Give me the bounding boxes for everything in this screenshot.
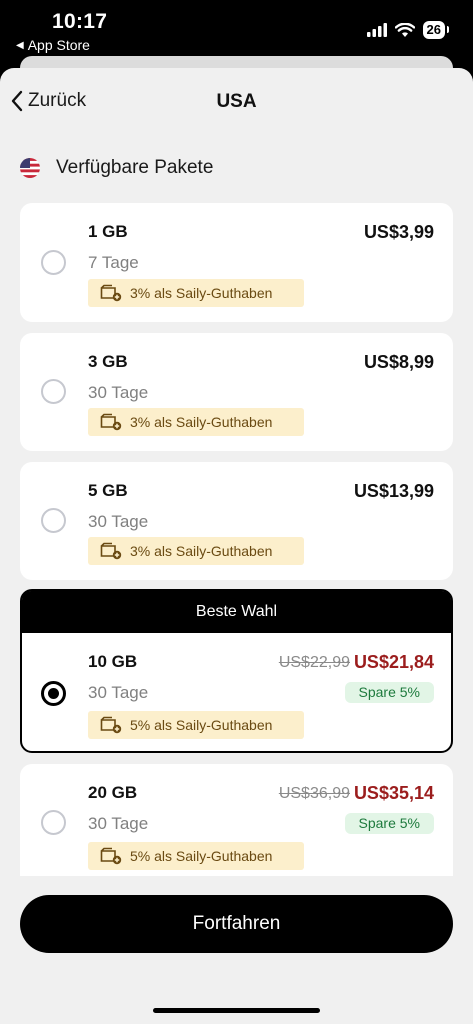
credit-text: 5% als Saily-Guthaben	[130, 717, 273, 733]
plan-duration: 7 Tage	[88, 253, 139, 272]
plan-duration: 30 Tage	[88, 383, 149, 402]
credit-text: 5% als Saily-Guthaben	[130, 848, 273, 864]
wallet-plus-icon	[100, 847, 122, 865]
sale-price: US$35,14	[353, 783, 434, 803]
navigation-bar: Zurück USA	[0, 68, 473, 140]
discount-badge: Spare 5%	[344, 682, 434, 703]
plan-radio[interactable]	[41, 810, 66, 835]
signal-icon	[366, 23, 387, 37]
page-title: USA	[216, 91, 257, 112]
status-icons: 26	[366, 21, 450, 39]
plan-radio-selected[interactable]	[41, 681, 66, 706]
plan-list[interactable]: 1 GB 7 Tage US$3,99 3% als Saily-Guthabe…	[20, 203, 453, 876]
package-sheet: Zurück USA Verfügbare Pakete 1 GB 7 Tage…	[0, 68, 473, 1024]
plan-radio[interactable]	[41, 508, 66, 533]
section-header: Verfügbare Pakete	[20, 157, 213, 179]
credit-badge: 3% als Saily-Guthaben	[88, 537, 304, 565]
plan-size: 3 GB	[88, 352, 128, 371]
plan-radio[interactable]	[41, 379, 66, 404]
credit-badge: 3% als Saily-Guthaben	[88, 408, 304, 436]
credit-badge: 3% als Saily-Guthaben	[88, 279, 304, 307]
wifi-icon	[394, 22, 415, 37]
plan-size: 20 GB	[88, 783, 138, 802]
discount-badge: Spare 5%	[344, 813, 434, 834]
sale-price: US$21,84	[353, 652, 434, 672]
credit-text: 3% als Saily-Guthaben	[130, 543, 273, 559]
us-flag-icon	[20, 158, 40, 178]
plan-card-1gb[interactable]: 1 GB 7 Tage US$3,99 3% als Saily-Guthabe…	[20, 203, 453, 322]
back-app-label: App Store	[27, 37, 90, 53]
status-time: 10:17	[52, 10, 108, 33]
credit-text: 3% als Saily-Guthaben	[130, 285, 273, 301]
plan-card-20gb[interactable]: 20 GB 30 Tage US$36,99 US$35,14 Spare 5%…	[20, 764, 453, 876]
credit-badge: 5% als Saily-Guthaben	[88, 711, 304, 739]
plan-radio[interactable]	[41, 250, 66, 275]
battery-icon: 26	[422, 21, 450, 39]
credit-badge: 5% als Saily-Guthaben	[88, 842, 304, 870]
wallet-plus-icon	[100, 284, 122, 302]
wallet-plus-icon	[100, 413, 122, 431]
credit-text: 3% als Saily-Guthaben	[130, 414, 273, 430]
section-title: Verfügbare Pakete	[56, 157, 214, 178]
plan-size: 10 GB	[88, 652, 138, 671]
plan-price: US$8,99	[363, 352, 434, 372]
original-price: US$22,99	[278, 654, 350, 671]
original-price: US$36,99	[278, 785, 350, 802]
plan-card-10gb[interactable]: Beste Wahl 10 GB 30 Tage US$22,99 US$21,…	[20, 589, 453, 753]
back-triangle-icon: ◀	[16, 39, 24, 51]
wallet-plus-icon	[100, 716, 122, 734]
plan-duration: 30 Tage	[88, 512, 149, 531]
plan-card-5gb[interactable]: 5 GB 30 Tage US$13,99 3% als Saily-Gutha…	[20, 462, 453, 580]
plan-duration: 30 Tage	[88, 814, 149, 833]
status-bar: 10:17 ◀ App Store 26	[0, 0, 473, 60]
back-to-app-store-link[interactable]: ◀ App Store	[16, 37, 90, 53]
wallet-plus-icon	[100, 542, 122, 560]
plan-size: 1 GB	[88, 222, 128, 241]
plan-duration: 30 Tage	[88, 683, 149, 702]
plan-card-3gb[interactable]: 3 GB 30 Tage US$8,99 3% als Saily-Guthab…	[20, 333, 453, 451]
continue-button[interactable]: Fortfahren	[20, 895, 453, 953]
home-indicator	[153, 1008, 320, 1013]
plan-price: US$3,99	[363, 222, 434, 242]
plan-price: US$13,99	[353, 481, 434, 501]
plan-size: 5 GB	[88, 481, 128, 500]
best-choice-banner: Beste Wahl	[22, 591, 451, 633]
